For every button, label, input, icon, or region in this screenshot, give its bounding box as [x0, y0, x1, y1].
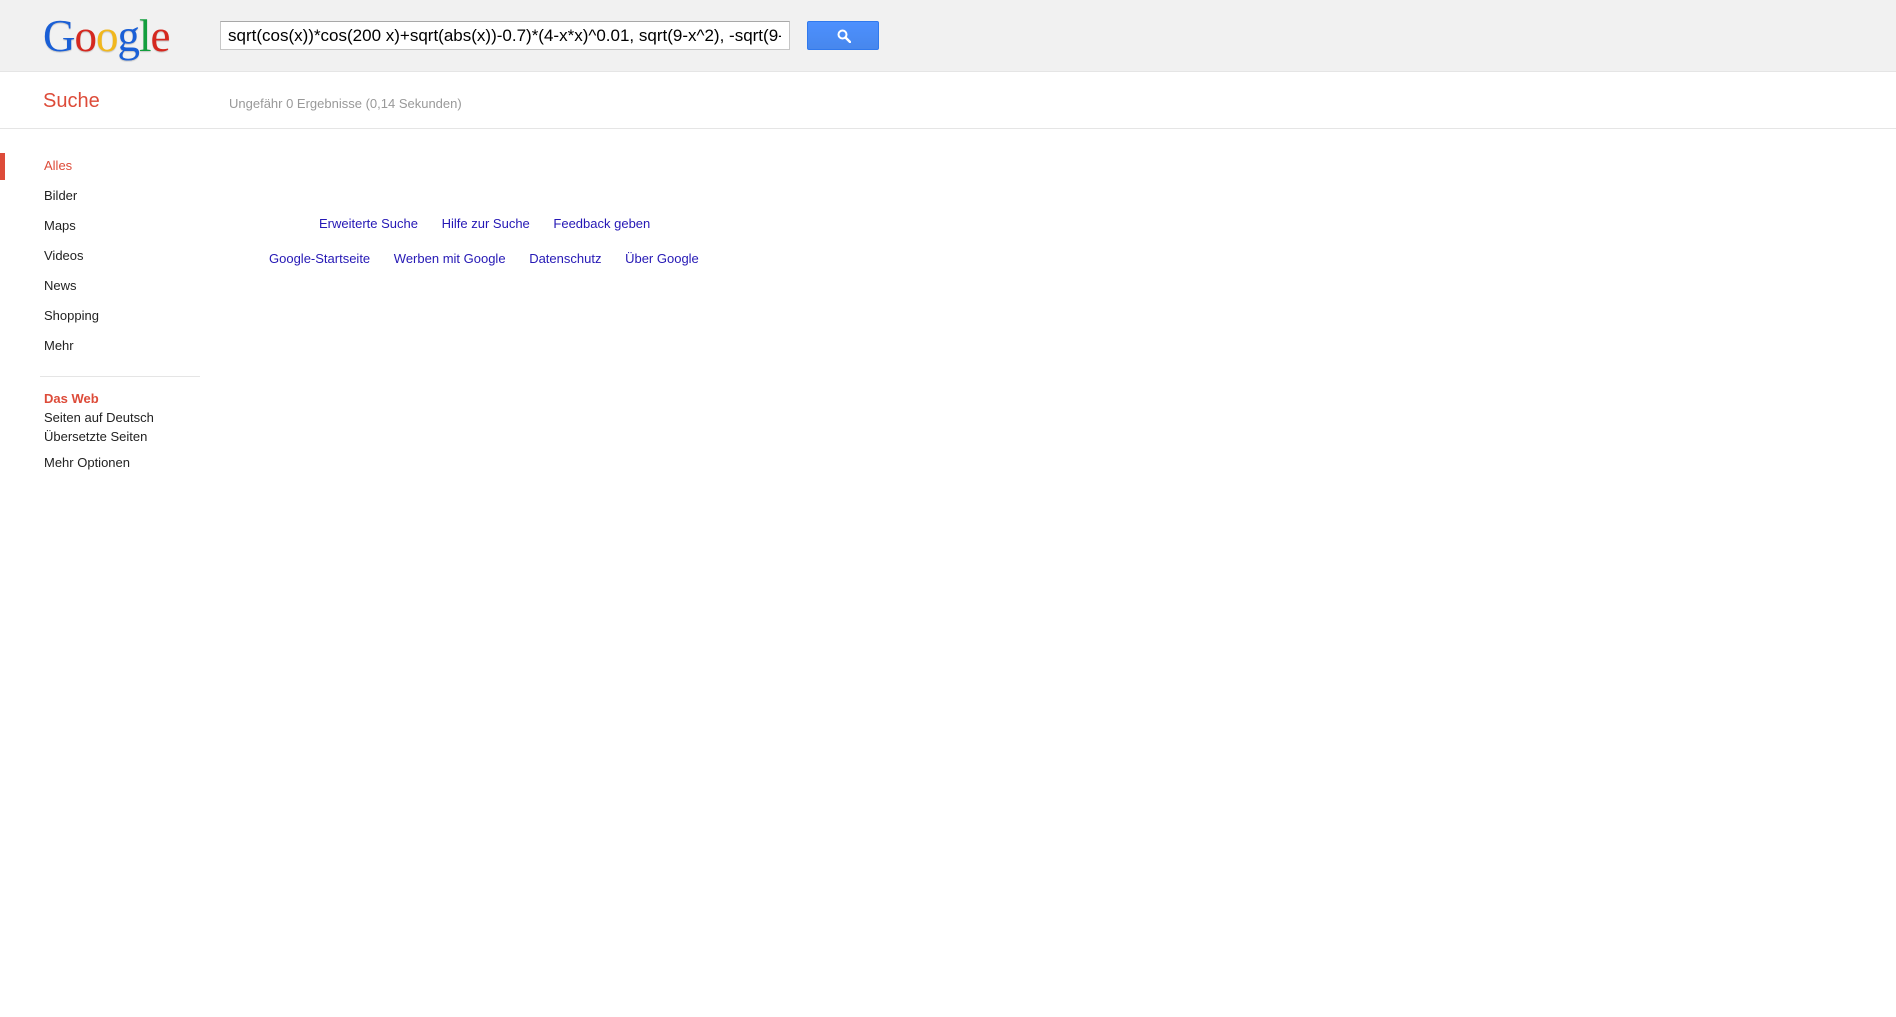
search-help-link[interactable]: Hilfe zur Suche [442, 216, 530, 231]
filter-uebersetzte-seiten[interactable]: Übersetzte Seiten [44, 427, 154, 446]
advertising-link[interactable]: Werben mit Google [394, 251, 506, 266]
page-title: Suche [43, 90, 100, 112]
sub-header: Suche Ungefähr 0 Ergebnisse (0,14 Sekund… [0, 72, 1896, 129]
about-google-link[interactable]: Über Google [625, 251, 699, 266]
search-icon [837, 29, 851, 43]
google-home-link[interactable]: Google-Startseite [269, 251, 370, 266]
search-input[interactable] [220, 21, 790, 50]
sidebar-item-alles[interactable]: Alles [44, 156, 99, 186]
privacy-link[interactable]: Datenschutz [529, 251, 601, 266]
sidebar-item-bilder[interactable]: Bilder [44, 186, 99, 216]
logo-letter: o [74, 11, 97, 61]
logo-letter: e [150, 11, 171, 61]
search-button[interactable] [807, 21, 879, 50]
sidebar-divider [40, 376, 200, 377]
sidebar-nav: Alles Bilder Maps Videos News Shopping M… [44, 156, 99, 366]
google-logo[interactable]: Google [43, 12, 170, 60]
sidebar-item-mehr[interactable]: Mehr [44, 336, 99, 366]
search-tools-panel: Das Web Seiten auf Deutsch Übersetzte Se… [44, 389, 154, 472]
sidebar-item-shopping[interactable]: Shopping [44, 306, 99, 336]
filter-das-web[interactable]: Das Web [44, 389, 154, 408]
feedback-link[interactable]: Feedback geben [553, 216, 650, 231]
sidebar-item-videos[interactable]: Videos [44, 246, 99, 276]
logo-letter: o [96, 11, 118, 61]
logo-letter: G [43, 11, 75, 61]
advanced-search-link[interactable]: Erweiterte Suche [319, 216, 418, 231]
sidebar-item-maps[interactable]: Maps [44, 216, 99, 246]
logo-letter: l [139, 11, 151, 61]
top-header: Google [0, 0, 1896, 72]
active-nav-indicator [0, 153, 5, 180]
filter-seiten-auf-deutsch[interactable]: Seiten auf Deutsch [44, 408, 154, 427]
sidebar-item-news[interactable]: News [44, 276, 99, 306]
more-options-link[interactable]: Mehr Optionen [44, 453, 154, 472]
result-stats: Ungefähr 0 Ergebnisse (0,14 Sekunden) [229, 96, 462, 111]
footer-links-secondary: Google-Startseite Werben mit Google Date… [269, 251, 719, 267]
logo-letter: g [117, 11, 140, 61]
footer-links-primary: Erweiterte Suche Hilfe zur Suche Feedbac… [319, 216, 670, 232]
